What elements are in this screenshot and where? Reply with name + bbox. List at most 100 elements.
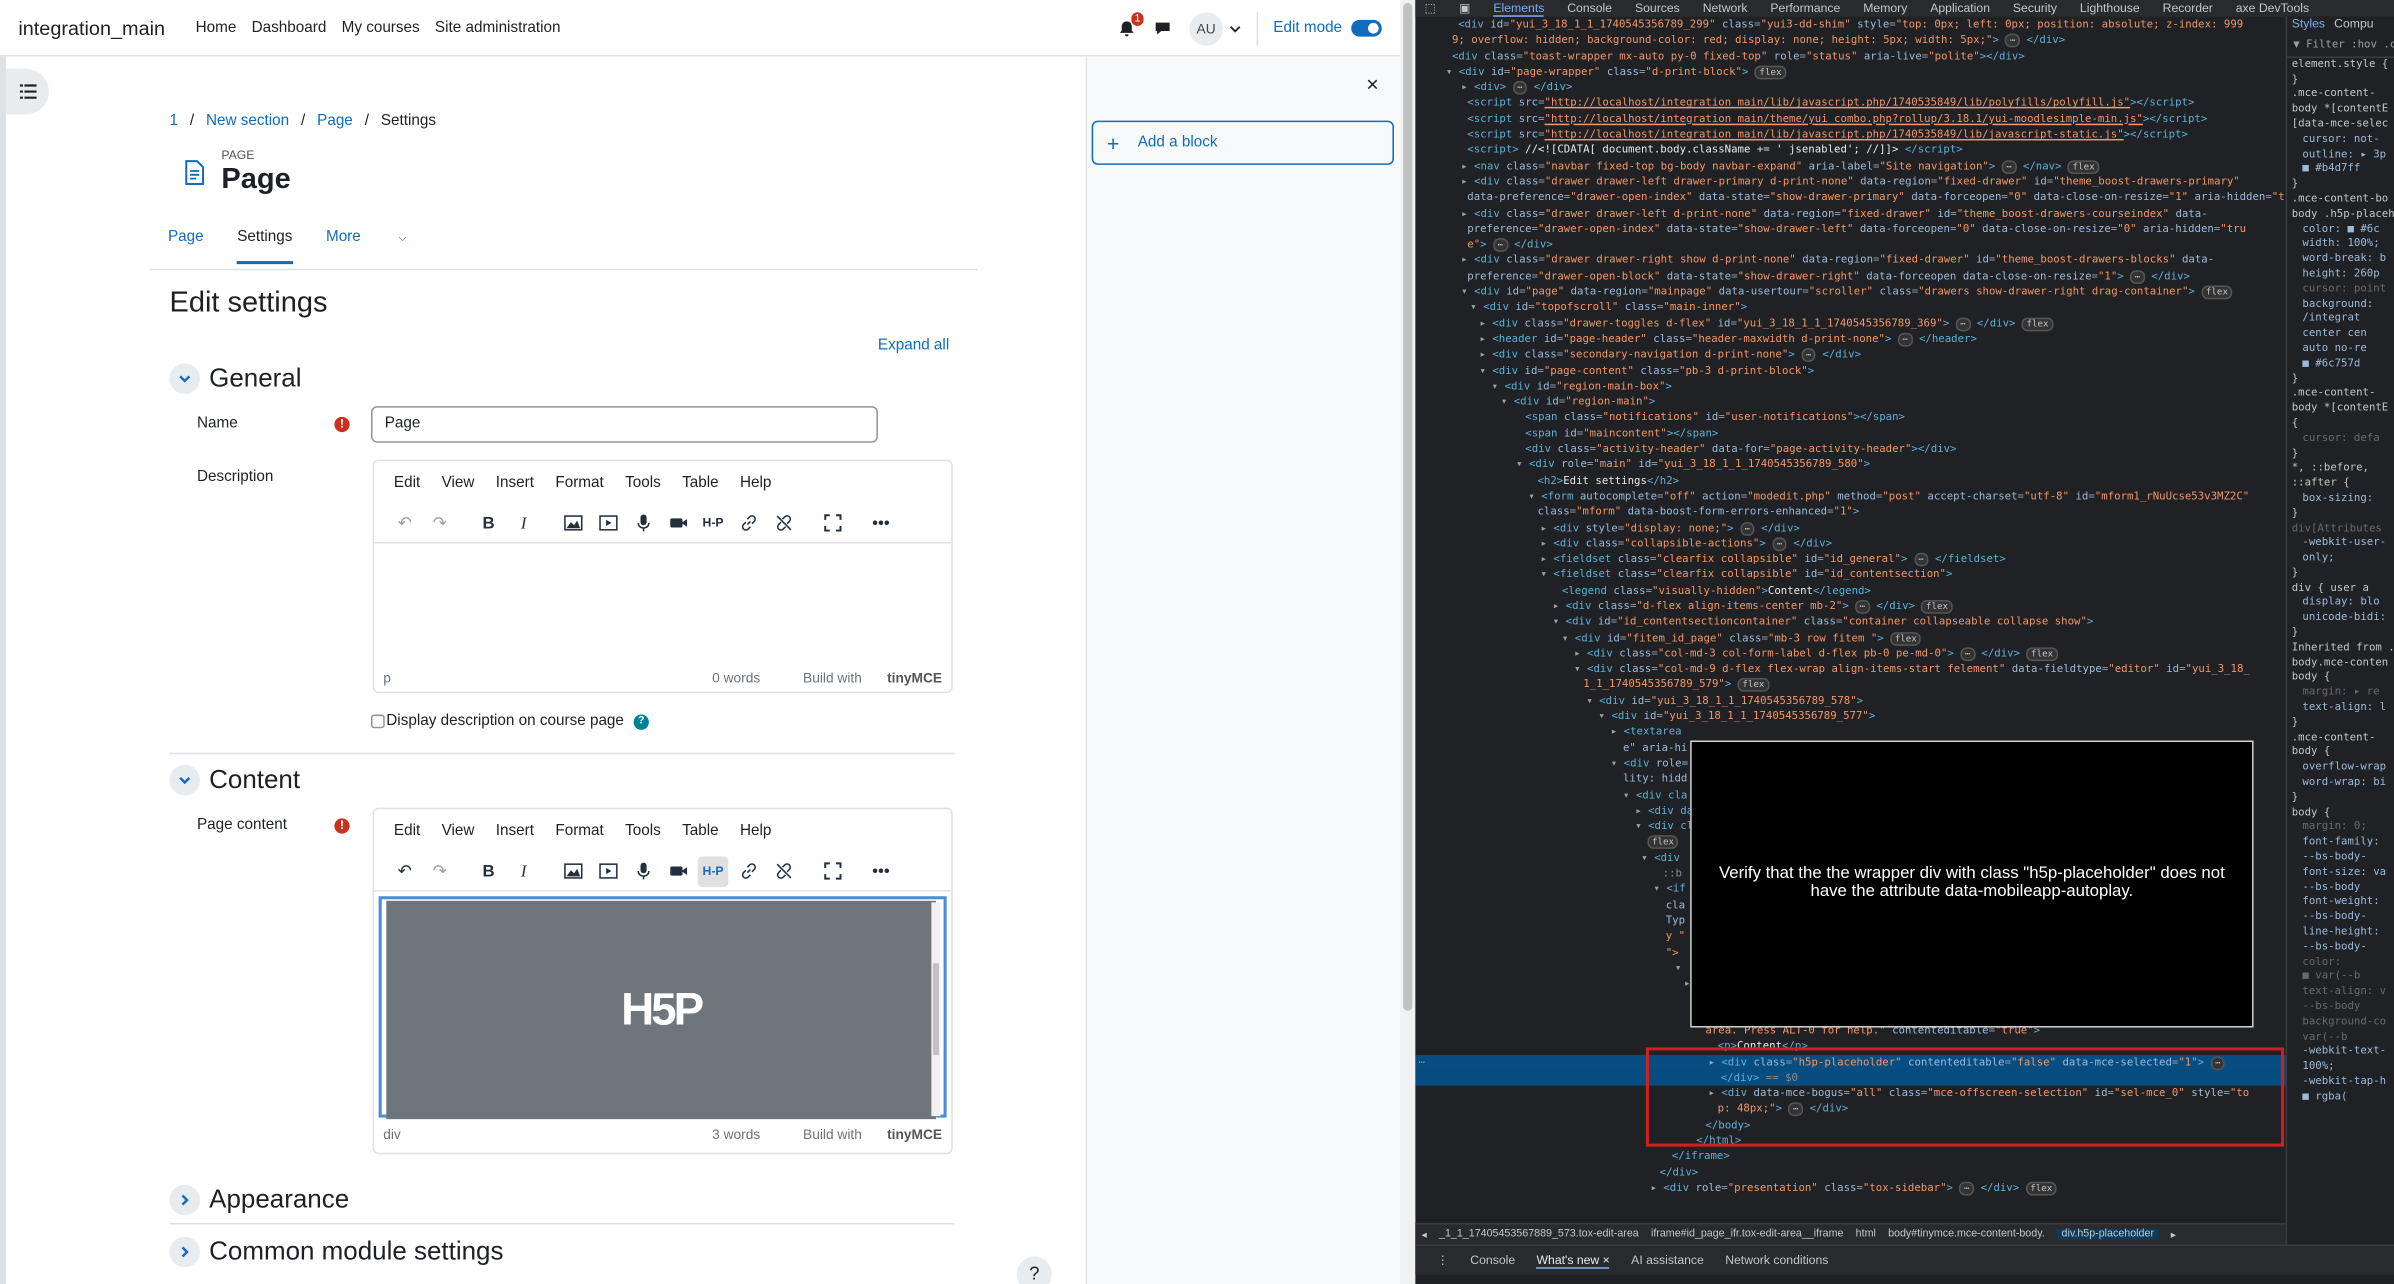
- chevron-right-icon[interactable]: ▸: [2171, 1228, 2176, 1241]
- tab-sources[interactable]: Sources: [1635, 2, 1680, 16]
- dom-node[interactable]: ▸ <fieldset class="clearfix collapsible"…: [1415, 551, 2285, 567]
- dom-node[interactable]: ▸ <div class="secondary-navigation d-pri…: [1415, 347, 2285, 363]
- inspect-icon[interactable]: ⬚: [1425, 2, 1437, 16]
- tab-recorder[interactable]: Recorder: [2163, 2, 2213, 16]
- chevron-left-icon[interactable]: ◂: [1421, 1228, 1426, 1241]
- dom-crumb-active[interactable]: div.h5p-placeholder: [2056, 1229, 2159, 1240]
- drawer-menu-icon[interactable]: ⋮: [1437, 1254, 1449, 1268]
- element-path[interactable]: div: [383, 1127, 401, 1142]
- section-common-header[interactable]: Common module settings: [169, 1236, 503, 1268]
- dom-node[interactable]: 1_1_1740545356789_579"> flex: [1415, 677, 2285, 693]
- dom-node[interactable]: ▾ <div id="topofscroll" class="main-inne…: [1415, 300, 2285, 316]
- user-avatar[interactable]: AU: [1189, 11, 1223, 46]
- dom-node[interactable]: <script src="http://localhost/integratio…: [1415, 95, 2285, 111]
- menu-tools[interactable]: Tools: [625, 475, 661, 504]
- menu-help[interactable]: Help: [740, 823, 771, 852]
- dom-node[interactable]: ▾ <div id="fitem_id_page" class="mb-3 ro…: [1415, 630, 2285, 646]
- bold-icon[interactable]: B: [473, 508, 504, 539]
- dom-node[interactable]: e"> ⋯ </div>: [1415, 237, 2285, 253]
- editor-scrollbar[interactable]: [931, 902, 941, 1117]
- menu-edit[interactable]: Edit: [394, 823, 420, 852]
- dom-node[interactable]: preference="drawer-open-index" data-stat…: [1415, 221, 2285, 237]
- expand-all-link[interactable]: Expand all: [878, 337, 949, 354]
- nav-my-courses[interactable]: My courses: [342, 19, 420, 36]
- help-icon[interactable]: ?: [633, 714, 649, 730]
- tab-elements[interactable]: Elements: [1493, 1, 1545, 17]
- tab-memory[interactable]: Memory: [1863, 2, 1907, 16]
- tab-page[interactable]: Page: [168, 229, 204, 264]
- more-options-icon[interactable]: •••: [866, 508, 897, 539]
- drawer-tab-whats-new[interactable]: What's new ×: [1536, 1253, 1610, 1269]
- menu-insert[interactable]: Insert: [496, 823, 534, 852]
- video-camera-icon[interactable]: [663, 508, 694, 539]
- dom-node[interactable]: </div>: [1415, 1164, 2285, 1180]
- name-input[interactable]: Page: [371, 406, 878, 443]
- tab-network[interactable]: Network: [1703, 2, 1748, 16]
- menu-insert[interactable]: Insert: [496, 475, 534, 504]
- add-block-button[interactable]: + Add a block: [1091, 120, 1394, 165]
- dom-node[interactable]: ▸ <div class="drawer-toggles d-flex" id=…: [1415, 315, 2285, 331]
- bold-icon[interactable]: B: [473, 856, 504, 887]
- microphone-icon[interactable]: [628, 508, 659, 539]
- unlink-icon[interactable]: [768, 508, 799, 539]
- dom-node[interactable]: ▸ <div role="presentation" class="tox-si…: [1415, 1180, 2285, 1196]
- dom-node[interactable]: ▸ <textarea: [1415, 724, 2285, 740]
- h5p-button-icon[interactable]: H-P: [698, 508, 729, 539]
- italic-icon[interactable]: I: [508, 856, 539, 887]
- messages-icon[interactable]: [1154, 20, 1171, 37]
- tab-security[interactable]: Security: [2013, 2, 2057, 16]
- nav-home[interactable]: Home: [196, 19, 237, 36]
- h5p-placeholder[interactable]: H5P: [386, 900, 936, 1120]
- word-count[interactable]: 3 words: [712, 1127, 760, 1142]
- dom-node[interactable]: ▾ <div id="page-wrapper" class="d-print-…: [1415, 64, 2285, 80]
- media-icon[interactable]: [592, 508, 623, 539]
- open-course-index-button[interactable]: [6, 68, 49, 115]
- dom-node[interactable]: ▾ <div id="page-content" class="pb-3 d-p…: [1415, 363, 2285, 379]
- tab-computed[interactable]: Compu: [2334, 17, 2373, 35]
- fullscreen-icon[interactable]: [817, 508, 848, 539]
- dom-node[interactable]: <span class="notifications" id="user-not…: [1415, 410, 2285, 426]
- breadcrumb-new-section[interactable]: New section: [206, 113, 289, 130]
- section-general-header[interactable]: General: [169, 363, 302, 394]
- word-count[interactable]: 0 words: [712, 670, 760, 685]
- tab-more[interactable]: More ⌵: [326, 229, 440, 264]
- link-icon[interactable]: [733, 856, 764, 887]
- drawer-tab-network-conditions[interactable]: Network conditions: [1725, 1254, 1828, 1268]
- tab-application[interactable]: Application: [1930, 2, 1990, 16]
- fullscreen-icon[interactable]: [817, 856, 848, 887]
- tab-axe-devtools[interactable]: axe DevTools: [2236, 2, 2309, 16]
- dom-node[interactable]: ▸ <header id="page-header" class="header…: [1415, 331, 2285, 347]
- dom-node[interactable]: <script src="http://localhost/integratio…: [1415, 127, 2285, 143]
- menu-format[interactable]: Format: [555, 475, 603, 504]
- tab-styles[interactable]: Styles: [2292, 17, 2325, 35]
- tab-settings[interactable]: Settings: [237, 229, 293, 265]
- tinymce-logo[interactable]: tinyMCE: [887, 670, 942, 685]
- dom-node[interactable]: ▾ <div role="main" id="yui_3_18_1_1_1740…: [1415, 457, 2285, 473]
- dom-node[interactable]: ▸ <div class="drawer drawer-left d-print…: [1415, 205, 2285, 221]
- dom-node[interactable]: ▾ <div id="yui_3_18_1_1_1740545356789_57…: [1415, 709, 2285, 725]
- dom-node[interactable]: ▸ <div class="d-flex align-items-center …: [1415, 598, 2285, 614]
- nav-site-administration[interactable]: Site administration: [435, 19, 561, 36]
- content-edit-area[interactable]: H5P: [378, 896, 947, 1120]
- dom-node[interactable]: <div id="yui_3_18_1_1_1740545356789_299"…: [1415, 17, 2285, 33]
- tab-console[interactable]: Console: [1567, 2, 1612, 16]
- image-icon[interactable]: [557, 856, 588, 887]
- dom-node[interactable]: </iframe>: [1415, 1149, 2285, 1165]
- undo-icon[interactable]: ↶: [389, 508, 420, 539]
- h5p-button-icon[interactable]: H-P: [697, 855, 729, 887]
- dom-node[interactable]: <script src="http://localhost/integratio…: [1415, 111, 2285, 127]
- close-drawer-icon[interactable]: ×: [1366, 72, 1379, 96]
- dom-node[interactable]: <h2>Edit settings</h2>: [1415, 473, 2285, 489]
- dom-node[interactable]: <script> //<![CDATA[ document.body.class…: [1415, 143, 2285, 159]
- dom-node[interactable]: ▾ <div id="region-main-box">: [1415, 378, 2285, 394]
- dom-tree[interactable]: <div id="yui_3_18_1_1_1740545356789_299"…: [1415, 17, 2286, 1223]
- edit-mode-toggle[interactable]: [1351, 19, 1382, 37]
- dom-node[interactable]: ▸ <div class="col-md-3 col-form-label d-…: [1415, 646, 2285, 662]
- tab-lighthouse[interactable]: Lighthouse: [2080, 2, 2140, 16]
- section-appearance-header[interactable]: Appearance: [169, 1184, 349, 1216]
- dom-node[interactable]: <span id="maincontent"></span>: [1415, 426, 2285, 442]
- dom-node[interactable]: ▸ <nav class="navbar fixed-top bg-body n…: [1415, 158, 2285, 174]
- dom-node[interactable]: ▾ <form autocomplete="off" action="moded…: [1415, 488, 2285, 504]
- menu-tools[interactable]: Tools: [625, 823, 661, 852]
- undo-icon[interactable]: ↶: [389, 856, 420, 887]
